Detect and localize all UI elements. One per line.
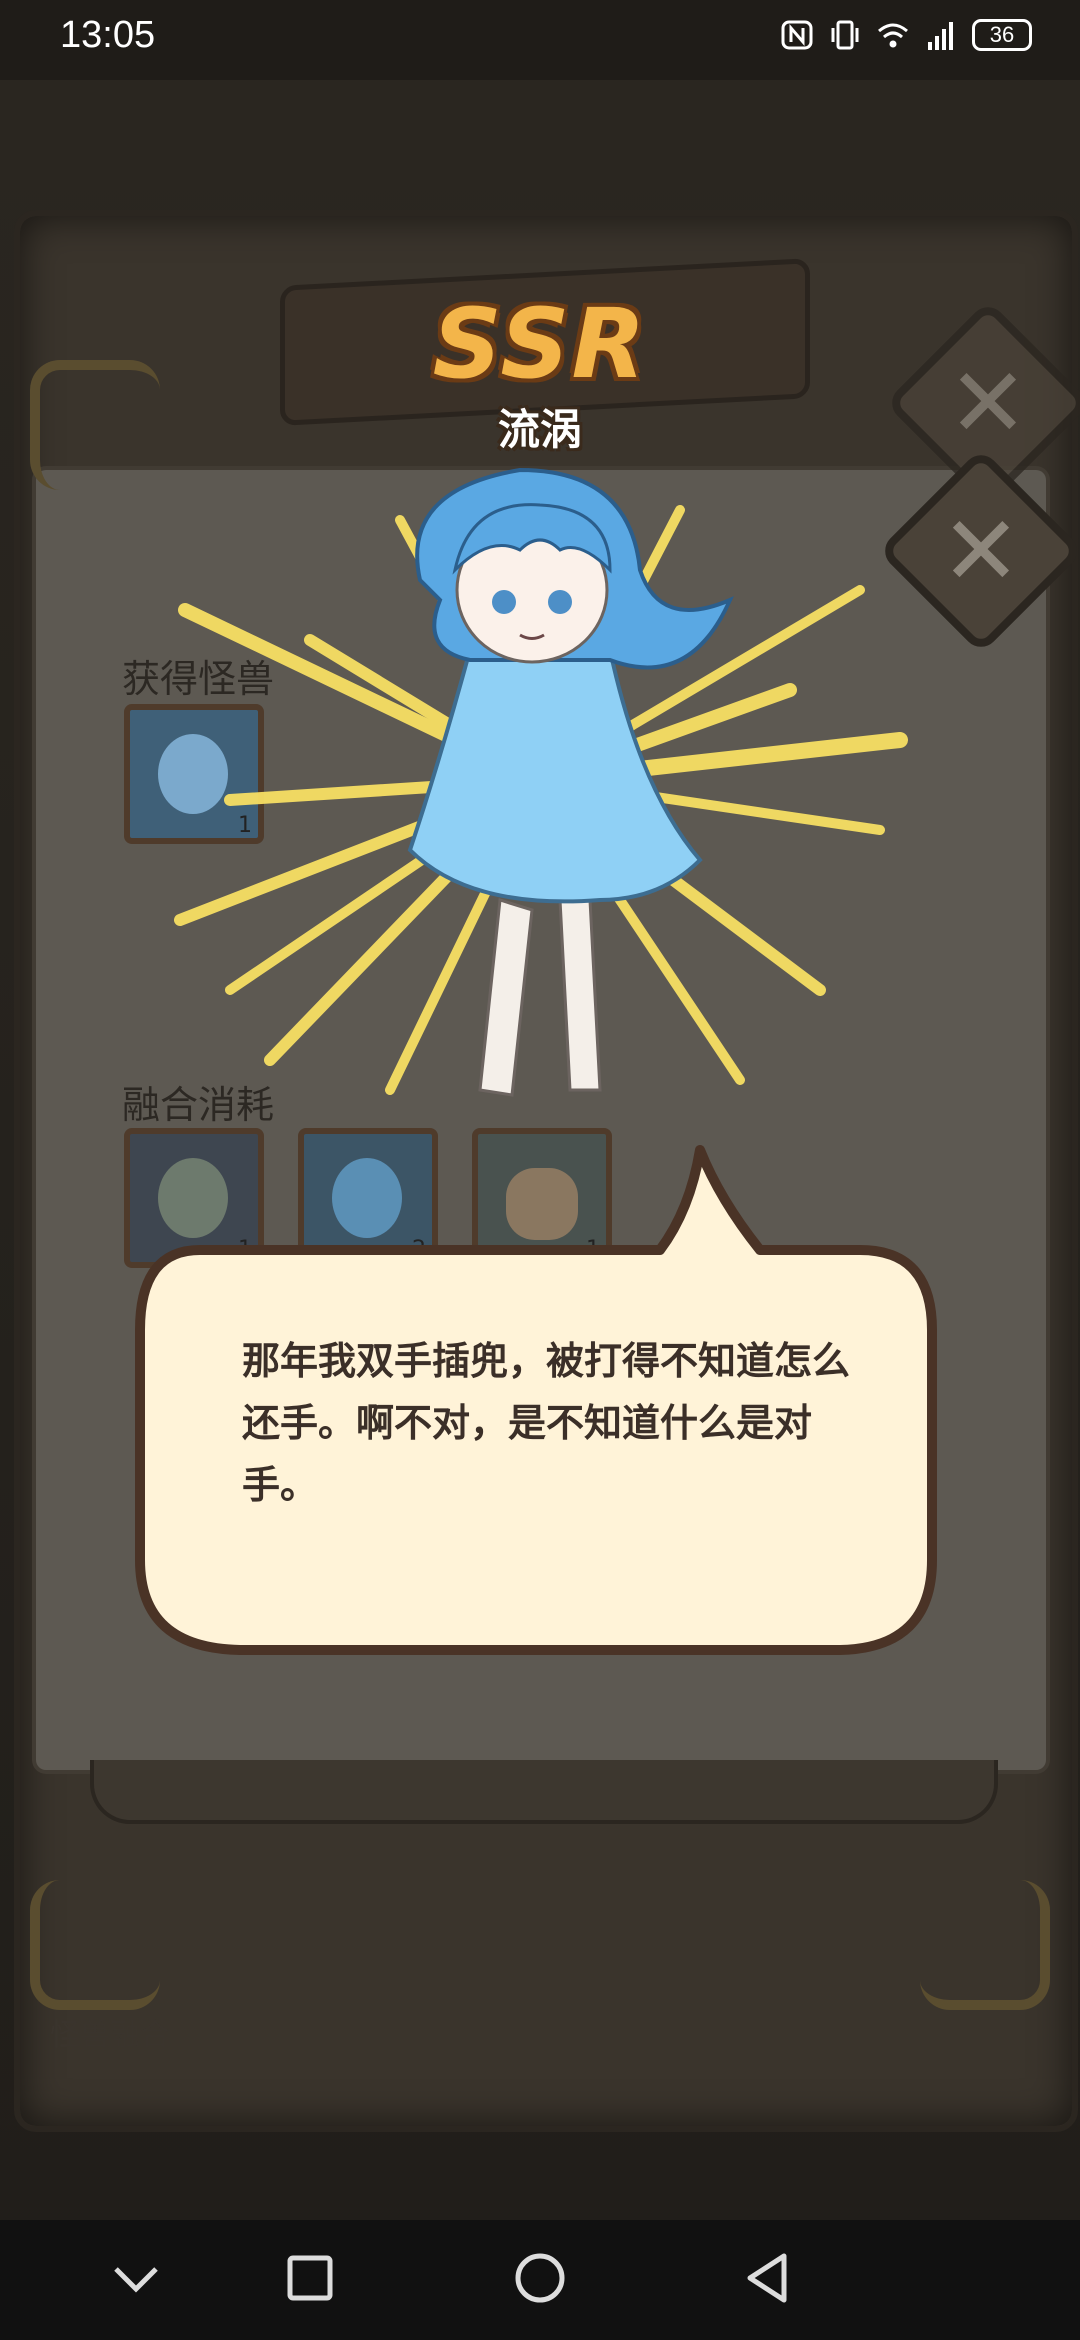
item-count: 1 — [238, 1237, 252, 1262]
back-icon[interactable] — [728, 2244, 808, 2314]
monster-portrait — [158, 1158, 228, 1238]
home-icon[interactable] — [500, 2244, 580, 2314]
status-time: 13:05 — [60, 14, 156, 56]
rarity-badge: SSR — [432, 288, 648, 400]
recents-icon[interactable] — [270, 2244, 350, 2314]
5g-signal-icon — [928, 22, 953, 50]
nfc-icon — [781, 20, 813, 50]
panel-bottom-plank — [90, 1760, 998, 1824]
status-bar: 13:05 36 — [0, 0, 1080, 80]
character-illustration — [174, 467, 908, 1097]
item-count: 1 — [586, 1237, 600, 1262]
vibrate-icon — [831, 20, 859, 50]
navigation-bar — [0, 2220, 1080, 2340]
monster-portrait — [332, 1158, 402, 1238]
footer-label: 怪兽融合 — [50, 2018, 170, 2053]
item-count: 2 — [412, 1237, 426, 1262]
corner-ornament — [920, 1880, 1050, 2010]
corner-ornament — [30, 1880, 160, 2010]
speech-text: 那年我双手插兜，被打得不知道怎么还手。啊不对，是不知道什么是对手。 — [242, 1339, 851, 1507]
battery-icon: 36 — [972, 19, 1032, 51]
collapse-icon[interactable] — [96, 2244, 176, 2314]
wifi-icon — [878, 23, 908, 48]
skull-portrait — [506, 1168, 578, 1240]
status-icons: 36 — [780, 18, 1032, 52]
